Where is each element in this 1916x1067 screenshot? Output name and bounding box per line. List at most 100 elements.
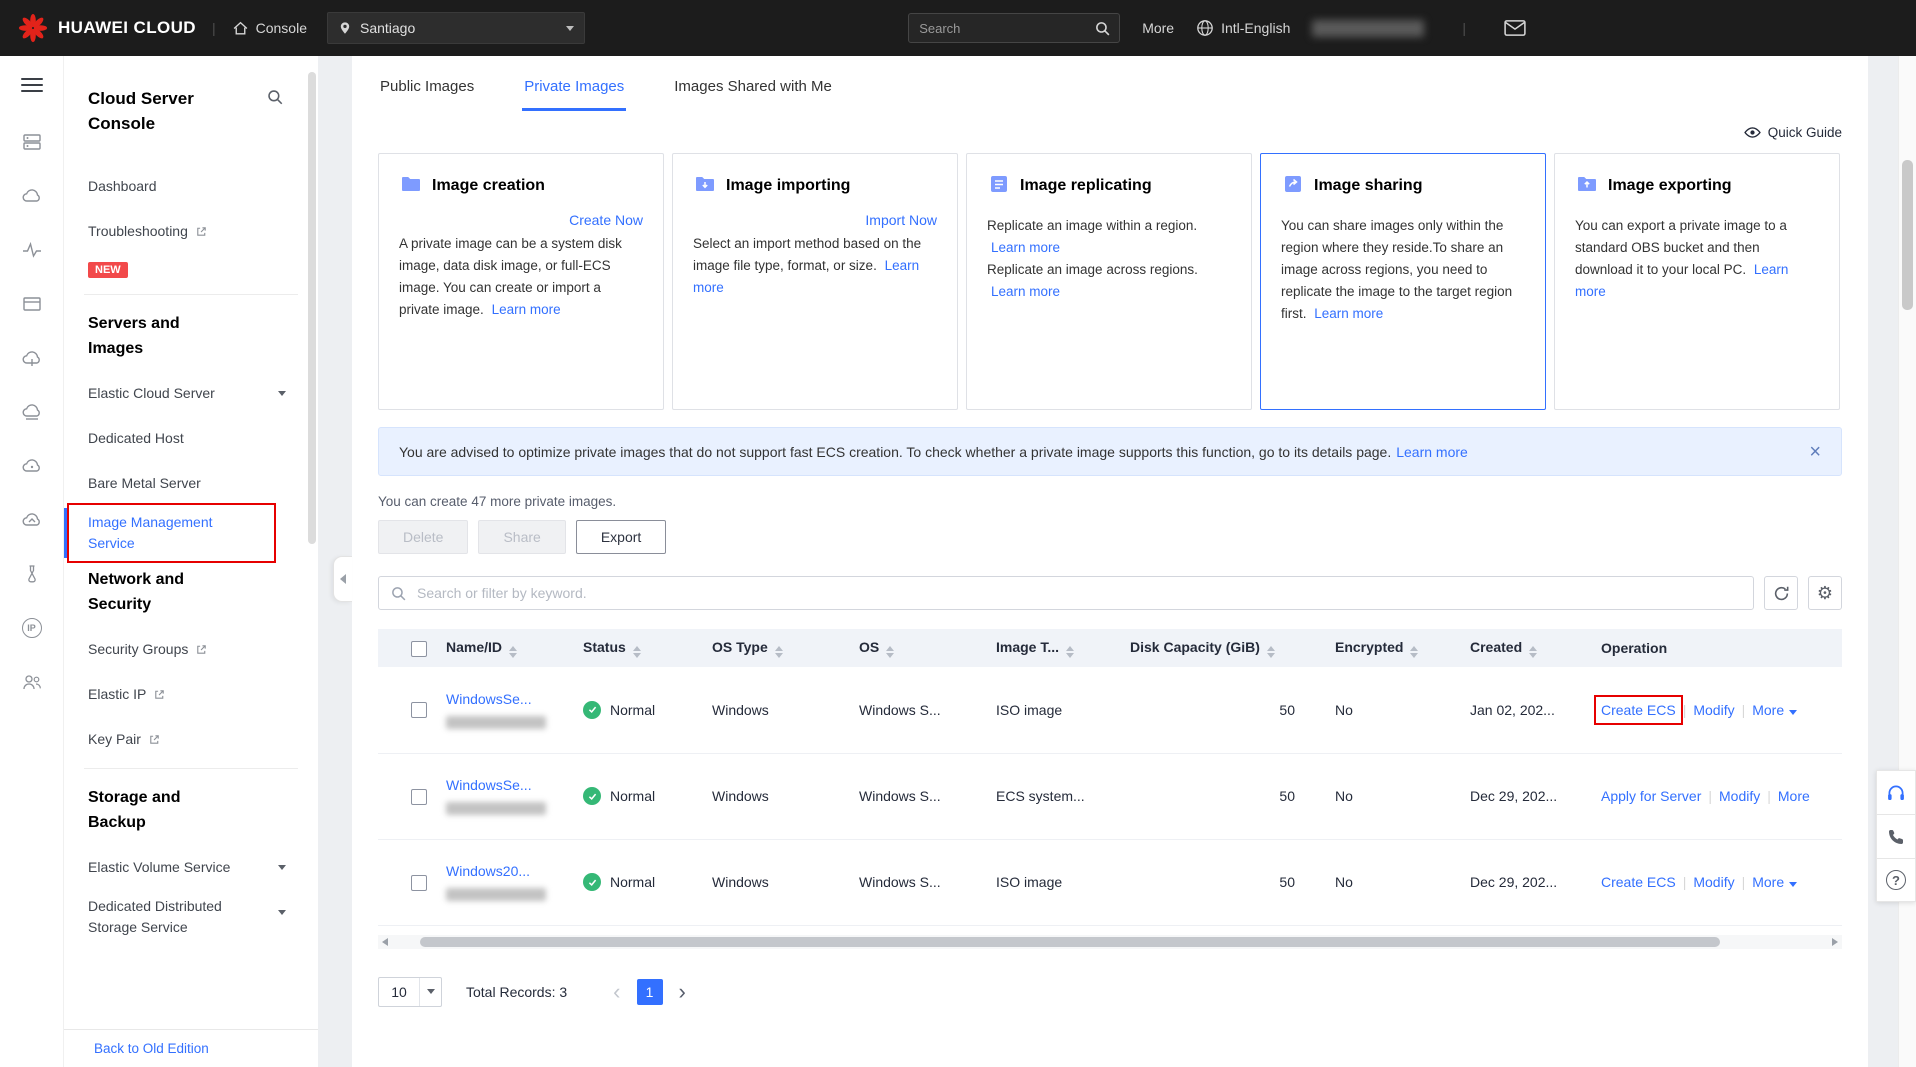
cloud-nav-icon[interactable] — [20, 184, 44, 208]
refresh-button[interactable] — [1764, 576, 1798, 610]
import-now-link[interactable]: Import Now — [693, 212, 937, 228]
sort-icon[interactable] — [775, 646, 783, 658]
share-button[interactable]: Share — [478, 520, 565, 554]
cloud-nav-icon[interactable] — [20, 400, 44, 424]
learn-more-link[interactable]: Learn more — [991, 240, 1060, 255]
column-header-disk-capacity[interactable]: Disk Capacity (GiB) — [1118, 629, 1323, 667]
sidebar-search-icon[interactable] — [266, 88, 284, 109]
learn-more-link[interactable]: Learn more — [1314, 306, 1383, 321]
sidebar-item-key-pair[interactable]: Key Pair — [64, 723, 318, 755]
sidebar-item-dashboard[interactable]: Dashboard — [64, 170, 318, 202]
sidebar-item-security-groups[interactable]: Security Groups — [64, 633, 318, 665]
sort-icon[interactable] — [1410, 646, 1418, 658]
sidebar-scrollbar[interactable] — [308, 72, 316, 544]
page-size-select[interactable]: 10 — [378, 977, 442, 1007]
sidebar-item-elastic-ip[interactable]: Elastic IP — [64, 678, 318, 710]
apply-for-server-link[interactable]: Apply for Server — [1601, 788, 1701, 804]
users-nav-icon[interactable] — [20, 670, 44, 694]
monitoring-nav-icon[interactable] — [20, 238, 44, 262]
sort-icon[interactable] — [886, 646, 894, 658]
tab-public-images[interactable]: Public Images — [378, 70, 476, 111]
sort-icon[interactable] — [1529, 646, 1537, 658]
hotline-button[interactable] — [1876, 814, 1916, 858]
column-header-image-type[interactable]: Image T... — [984, 629, 1118, 667]
create-now-link[interactable]: Create Now — [399, 212, 643, 228]
cloud-nav-icon[interactable] — [20, 346, 44, 370]
card-nav-icon[interactable] — [20, 292, 44, 316]
sort-icon[interactable] — [633, 646, 641, 658]
tab-images-shared-with-me[interactable]: Images Shared with Me — [672, 70, 834, 111]
column-header-encrypted[interactable]: Encrypted — [1323, 629, 1458, 667]
console-link[interactable]: Console — [232, 20, 307, 37]
sort-icon[interactable] — [509, 646, 517, 658]
assistant-button[interactable] — [1876, 770, 1916, 814]
search-icon[interactable] — [1094, 20, 1111, 37]
account-name-redacted[interactable] — [1312, 20, 1424, 37]
scrollbar-thumb[interactable] — [1902, 160, 1913, 310]
next-page-button[interactable] — [679, 981, 686, 1003]
filter-search-input[interactable] — [378, 576, 1754, 610]
tab-private-images[interactable]: Private Images — [522, 70, 626, 111]
more-link[interactable]: More — [1778, 788, 1810, 804]
learn-more-link[interactable]: Learn more — [492, 302, 561, 317]
banner-learn-more-link[interactable]: Learn more — [1396, 444, 1468, 460]
modify-link[interactable]: Modify — [1719, 788, 1760, 804]
scrollbar-thumb[interactable] — [420, 937, 1720, 947]
more-link[interactable]: More — [1752, 702, 1784, 718]
more-menu[interactable]: More — [1142, 20, 1174, 36]
settings-button[interactable] — [1808, 576, 1842, 610]
messages-icon[interactable] — [1504, 19, 1526, 37]
sidebar-collapse-button[interactable] — [333, 556, 352, 602]
back-to-old-edition-link[interactable]: Back to Old Edition — [64, 1029, 318, 1067]
column-header-created[interactable]: Created — [1458, 629, 1589, 667]
scroll-left-icon[interactable] — [382, 938, 388, 946]
column-header-status[interactable]: Status — [571, 629, 700, 667]
global-search[interactable] — [908, 13, 1120, 43]
sidebar-item-dedicated-distributed-storage[interactable]: Dedicated Distributed Storage Service — [64, 896, 318, 938]
create-ecs-link[interactable]: Create ECS — [1601, 874, 1676, 890]
elastic-ip-nav-icon[interactable]: IP — [20, 616, 44, 640]
help-button[interactable] — [1876, 858, 1916, 902]
column-header-os[interactable]: OS — [847, 629, 984, 667]
server-nav-icon[interactable] — [20, 130, 44, 154]
create-ecs-link[interactable]: Create ECS — [1601, 702, 1676, 718]
cloud-nav-icon[interactable] — [20, 508, 44, 532]
sidebar-item-elastic-volume-service[interactable]: Elastic Volume Service — [64, 851, 318, 883]
previous-page-button[interactable] — [613, 981, 620, 1003]
sidebar-item-troubleshooting[interactable]: Troubleshooting — [64, 215, 318, 247]
image-name-link[interactable]: WindowsSe... — [446, 691, 532, 707]
close-icon[interactable] — [1809, 442, 1821, 462]
image-name-link[interactable]: Windows20... — [446, 863, 530, 879]
page-number-button[interactable]: 1 — [637, 979, 663, 1005]
cloud-nav-icon[interactable] — [20, 454, 44, 478]
delete-button[interactable]: Delete — [378, 520, 468, 554]
export-button[interactable]: Export — [576, 520, 666, 554]
sidebar-item-elastic-cloud-server[interactable]: Elastic Cloud Server — [64, 377, 318, 409]
page-scrollbar[interactable] — [1898, 56, 1916, 1067]
sort-icon[interactable] — [1267, 646, 1275, 658]
scroll-right-icon[interactable] — [1832, 938, 1838, 946]
sidebar-item-dedicated-host[interactable]: Dedicated Host — [64, 422, 318, 454]
row-checkbox[interactable] — [411, 789, 427, 805]
flask-nav-icon[interactable] — [20, 562, 44, 586]
quick-guide-link[interactable]: Quick Guide — [378, 119, 1842, 145]
row-checkbox[interactable] — [411, 702, 427, 718]
row-checkbox[interactable] — [411, 875, 427, 891]
select-all-checkbox[interactable] — [411, 641, 427, 657]
sidebar-item-bare-metal-server[interactable]: Bare Metal Server — [64, 467, 318, 499]
modify-link[interactable]: Modify — [1693, 702, 1734, 718]
sort-icon[interactable] — [1066, 646, 1074, 658]
image-name-link[interactable]: WindowsSe... — [446, 777, 532, 793]
sidebar-item-image-management-service[interactable]: Image Management Service — [64, 512, 318, 554]
learn-more-link[interactable]: Learn more — [991, 284, 1060, 299]
menu-icon[interactable] — [21, 74, 43, 96]
language-selector[interactable]: Intl-English — [1196, 19, 1290, 37]
more-link[interactable]: More — [1752, 874, 1784, 890]
column-header-name-id[interactable]: Name/ID — [434, 629, 571, 667]
region-selector[interactable]: Santiago — [327, 12, 585, 44]
table-horizontal-scrollbar[interactable] — [378, 935, 1842, 949]
huawei-logo[interactable]: HUAWEI CLOUD — [18, 13, 196, 43]
modify-link[interactable]: Modify — [1693, 874, 1734, 890]
global-search-input[interactable] — [919, 21, 1089, 36]
filter-search[interactable] — [378, 576, 1754, 610]
